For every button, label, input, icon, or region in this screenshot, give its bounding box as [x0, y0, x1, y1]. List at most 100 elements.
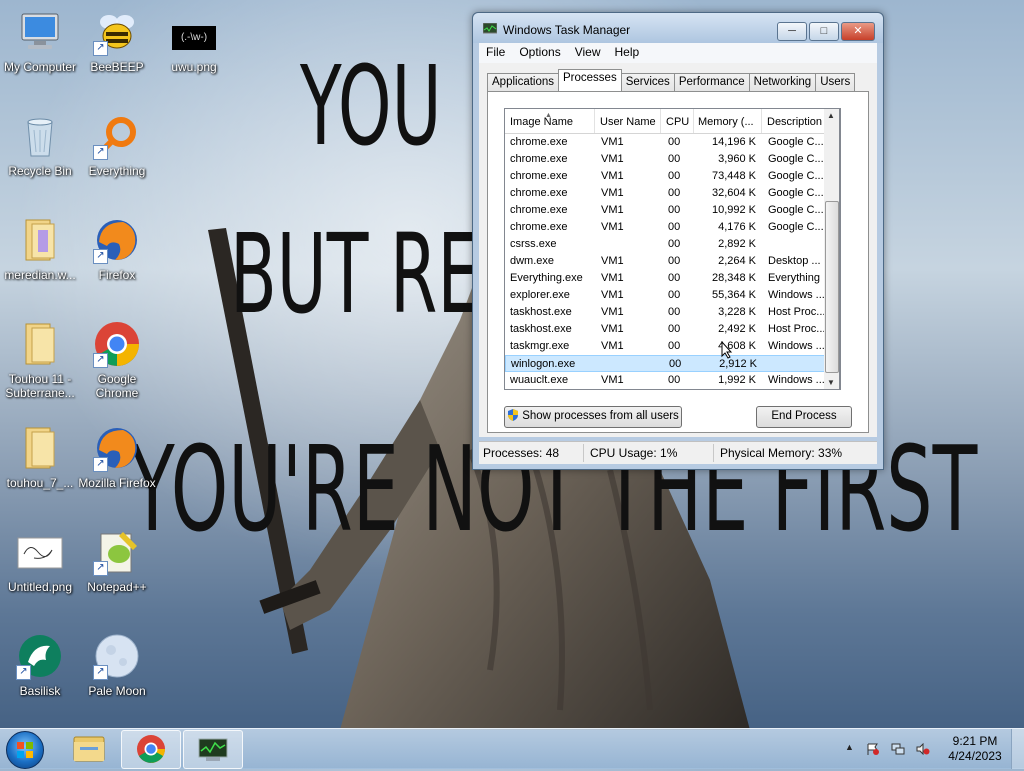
menu-bar: File Options View Help	[479, 43, 877, 63]
minimize-button[interactable]: ─	[777, 22, 807, 41]
description: Google C...	[768, 153, 824, 165]
process-row[interactable]: taskhost.exe VM1 00 2,492 K Host Proc...	[505, 321, 840, 338]
scroll-up-arrow-icon[interactable]: ▲	[827, 111, 835, 120]
taskbar-item-chrome[interactable]	[121, 730, 181, 769]
windows-logo-icon	[17, 742, 33, 758]
column-header-image-name[interactable]: ▲ Image Name	[505, 109, 595, 133]
menu-help[interactable]: Help	[608, 43, 647, 61]
desktop-icon-label: BeeBEEP	[90, 60, 144, 74]
menu-file[interactable]: File	[479, 43, 512, 61]
process-list-scrollbar[interactable]: ▲ ▼	[824, 108, 840, 390]
column-header-cpu[interactable]: CPU	[661, 109, 694, 133]
memory-value: 73,448 K	[711, 170, 756, 182]
desktop-icon-beebeep[interactable]: ↗ BeeBEEP	[77, 8, 157, 74]
user-name: VM1	[601, 340, 624, 352]
show-hidden-icons-arrow[interactable]: ▲	[845, 742, 854, 752]
process-row[interactable]: chrome.exe VM1 00 3,960 K Google C...	[505, 151, 840, 168]
desktop-icon-pale-moon[interactable]: ↗ Pale Moon	[77, 632, 157, 698]
image-name: chrome.exe	[510, 136, 568, 148]
process-row[interactable]: wuauclt.exe VM1 00 1,992 K Windows ...	[505, 372, 840, 389]
show-all-users-button[interactable]: Show processes from all users	[504, 406, 682, 428]
window-title: Windows Task Manager	[503, 23, 631, 37]
shortcut-arrow-icon: ↗	[16, 665, 31, 680]
desktop-icon-everything[interactable]: ↗ Everything	[77, 112, 157, 178]
scrollbar-thumb[interactable]	[825, 201, 839, 373]
desktop-icon-uwu-png[interactable]: (.-\w-) uwu.png	[154, 8, 234, 74]
maximize-button[interactable]: □	[809, 22, 839, 41]
desktop-icon-recycle-bin[interactable]: Recycle Bin	[0, 112, 80, 178]
process-row[interactable]: explorer.exe VM1 00 55,364 K Windows ...	[505, 287, 840, 304]
computer-icon	[16, 8, 64, 56]
speaker-muted-icon[interactable]	[916, 743, 930, 755]
user-name: VM1	[601, 204, 624, 216]
process-row[interactable]: chrome.exe VM1 00 10,992 K Google C...	[505, 202, 840, 219]
description: Host Proc...	[768, 306, 826, 318]
description: Google C...	[768, 187, 824, 199]
chrome-icon	[137, 735, 165, 763]
description: Windows ...	[768, 374, 825, 386]
cpu-value: 00	[668, 221, 681, 233]
cpu-value: 00	[668, 204, 681, 216]
show-desktop-button[interactable]	[1011, 729, 1024, 769]
clock-date: 4/24/2023	[948, 749, 1002, 763]
column-header-memory[interactable]: Memory (...	[693, 109, 762, 133]
cpu-value: 00	[668, 340, 681, 352]
user-name: VM1	[601, 187, 624, 199]
task-manager-icon	[198, 738, 228, 761]
end-process-button[interactable]: End Process	[756, 406, 852, 428]
menu-options[interactable]: Options	[512, 43, 567, 61]
process-row[interactable]: taskhost.exe VM1 00 3,228 K Host Proc...	[505, 304, 840, 321]
network-icon[interactable]	[891, 743, 905, 755]
system-clock[interactable]: 9:21 PM 4/24/2023	[940, 734, 1010, 764]
process-row-selected[interactable]: winlogon.exe 00 2,912 K	[505, 355, 840, 372]
cpu-value: 00	[668, 153, 681, 165]
cpu-value: 00	[668, 136, 681, 148]
action-center-flag-icon[interactable]	[866, 743, 880, 755]
user-name: VM1	[601, 153, 624, 165]
process-list[interactable]: ▲ Image Name User Name CPU Memory (... D…	[504, 108, 841, 390]
process-row[interactable]: chrome.exe VM1 00 14,196 K Google C...	[505, 134, 840, 151]
menu-view[interactable]: View	[568, 43, 608, 61]
process-row[interactable]: Everything.exe VM1 00 28,348 K Everything	[505, 270, 840, 287]
cpu-value: 00	[668, 238, 681, 250]
process-row[interactable]: chrome.exe VM1 00 32,604 K Google C...	[505, 185, 840, 202]
desktop-icon-touhou-7-folder[interactable]: touhou_7_...	[0, 424, 80, 490]
scroll-down-arrow-icon[interactable]: ▼	[827, 378, 835, 387]
process-row[interactable]: dwm.exe VM1 00 2,264 K Desktop ...	[505, 253, 840, 270]
memory-value: 2,492 K	[718, 323, 756, 335]
process-row[interactable]: csrss.exe 00 2,892 K	[505, 236, 840, 253]
desktop-icon-basilisk[interactable]: ↗ Basilisk	[0, 632, 80, 698]
status-cpu-usage: CPU Usage: 1%	[590, 446, 678, 460]
image-name: Everything.exe	[510, 272, 583, 284]
task-manager-window[interactable]: Windows Task Manager ─ □ ✕ File Options Vi…	[472, 12, 884, 470]
desktop-icon-firefox[interactable]: ↗ Firefox	[77, 216, 157, 282]
cpu-value: 00	[668, 323, 681, 335]
shortcut-arrow-icon: ↗	[93, 665, 108, 680]
desktop-icon-notepad-plus-plus[interactable]: ↗ Notepad++	[77, 528, 157, 594]
title-bar[interactable]: Windows Task Manager ─ □ ✕	[473, 13, 883, 43]
start-button[interactable]	[6, 731, 44, 769]
column-header-user-name[interactable]: User Name	[595, 109, 661, 133]
notepad-plus-plus-icon: ↗	[93, 528, 141, 576]
image-thumbnail-icon: (.-\w-)	[170, 8, 218, 56]
close-button[interactable]: ✕	[841, 22, 875, 41]
desktop-icon-untitled-png[interactable]: Untitled.png	[0, 528, 80, 594]
desktop-icon-google-chrome[interactable]: ↗ Google Chrome	[77, 320, 157, 400]
memory-value: 28,348 K	[711, 272, 756, 284]
taskbar-item-windows-explorer[interactable]	[60, 730, 118, 767]
memory-value: 2,264 K	[718, 255, 756, 267]
uac-shield-icon	[508, 409, 519, 421]
mouse-cursor-icon	[721, 341, 733, 359]
taskbar-item-task-manager[interactable]	[183, 730, 243, 769]
user-name: VM1	[601, 289, 624, 301]
process-row[interactable]: chrome.exe VM1 00 4,176 K Google C...	[505, 219, 840, 236]
desktop-icon-meredian-folder[interactable]: meredian.w...	[0, 216, 80, 282]
bee-icon: ↗	[93, 8, 141, 56]
desktop-icon-touhou-11-folder[interactable]: Touhou 11 - Subterrane...	[0, 320, 80, 400]
cpu-value: 00	[669, 358, 682, 370]
process-row[interactable]: chrome.exe VM1 00 73,448 K Google C...	[505, 168, 840, 185]
desktop-icon-mozilla-firefox[interactable]: ↗ Mozilla Firefox	[77, 424, 157, 490]
status-physical-memory: Physical Memory: 33%	[720, 446, 843, 460]
desktop-icon-my-computer[interactable]: My Computer	[0, 8, 80, 74]
process-row[interactable]: taskmgr.exe VM1 00 4,608 K Windows ...	[505, 338, 840, 355]
